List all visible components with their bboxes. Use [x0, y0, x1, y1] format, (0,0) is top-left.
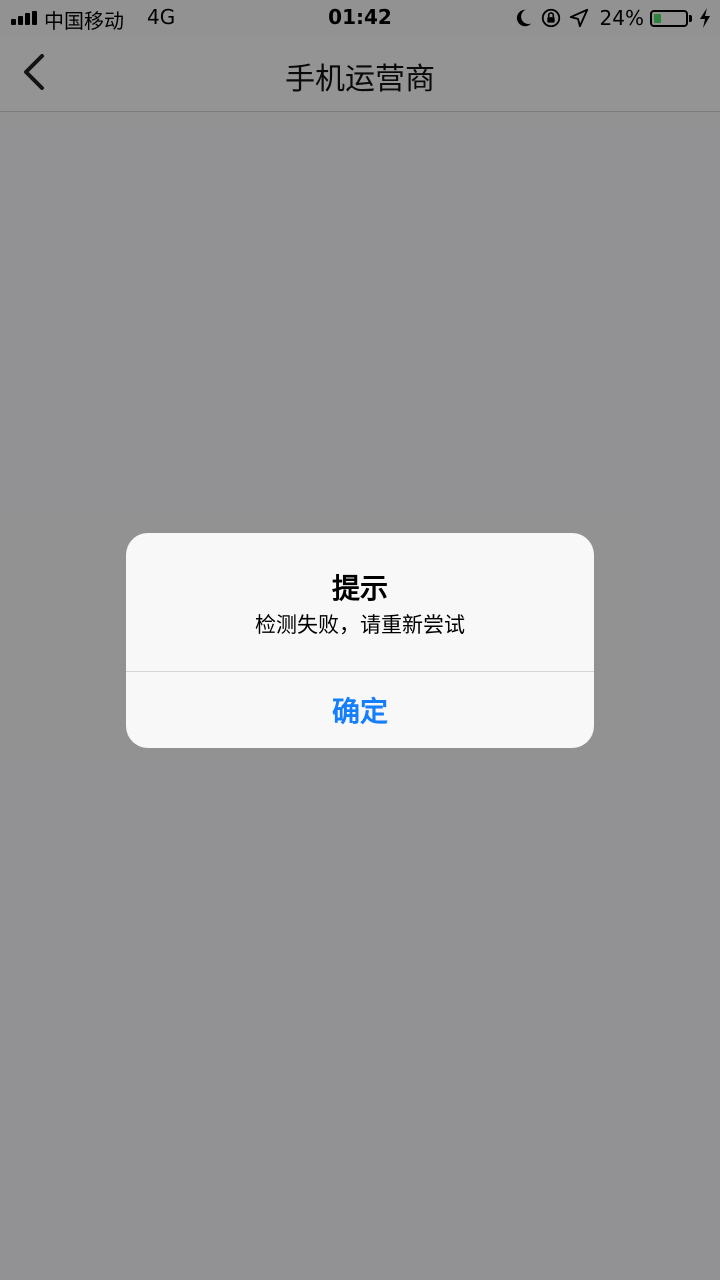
alert-message: 检测失败，请重新尝试: [255, 613, 465, 637]
screen: 中国移动 4G 01:42 24% 手机运营商 提示 检测失败，请重新尝试 确定: [0, 0, 720, 1280]
confirm-button[interactable]: 确定: [126, 672, 594, 748]
alert-dialog: 提示 检测失败，请重新尝试 确定: [126, 533, 594, 748]
alert-title: 提示: [331, 572, 388, 605]
